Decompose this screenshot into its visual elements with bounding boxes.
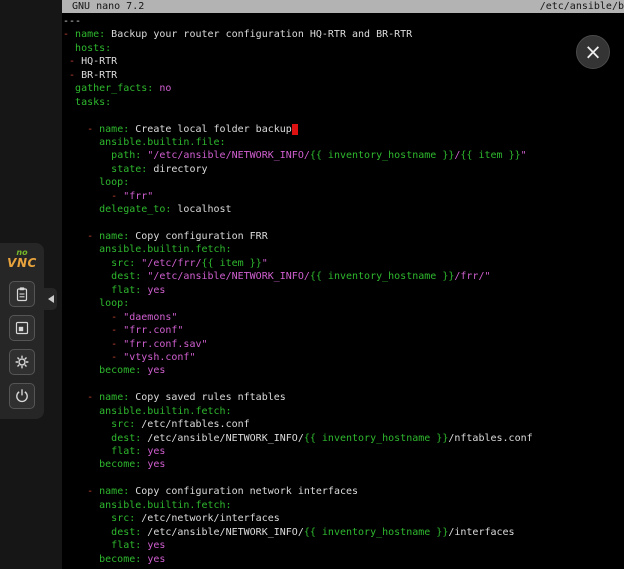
editor-line: ansible.builtin.fetch: [63, 243, 624, 256]
editor-line: loop: [63, 176, 624, 189]
editor-line: flat: yes [63, 445, 624, 458]
editor-line: ansible.builtin.fetch: [63, 405, 624, 418]
editor-line: tasks: [63, 96, 624, 109]
left-strip: no VNC [0, 0, 62, 569]
editor-line: src: /etc/nftables.conf [63, 418, 624, 431]
editor-line: flat: yes [63, 284, 624, 297]
editor-line: path: "/etc/ansible/NETWORK_INFO/{{ inve… [63, 149, 624, 162]
editor-line: dest: "/etc/ansible/NETWORK_INFO/{{ inve… [63, 270, 624, 283]
clipboard-button[interactable] [9, 281, 35, 307]
editor-line: - "vtysh.conf" [63, 351, 624, 364]
clipboard-icon [14, 286, 30, 302]
nano-version-label: GNU nano 7.2 [72, 0, 144, 13]
editor-line: state: directory [63, 163, 624, 176]
vnc-control-panel: no VNC [0, 243, 44, 419]
editor-line: - "frr.conf.sav" [63, 338, 624, 351]
editor-line: - name: Copy saved rules nftables [63, 391, 624, 404]
vnc-logo-text: VNC [7, 257, 37, 269]
editor-line: flat: yes [63, 539, 624, 552]
editor-line: - HQ-RTR [63, 55, 624, 68]
power-button[interactable] [9, 383, 35, 409]
close-icon: × [584, 42, 602, 63]
vnc-logo: no VNC [7, 249, 37, 269]
editor-line: - "daemons" [63, 311, 624, 324]
editor-line: ansible.builtin.fetch: [63, 499, 624, 512]
editor-line: become: yes [63, 553, 624, 566]
editor-line: hosts: [63, 42, 624, 55]
nano-titlebar: GNU nano 7.2 /etc/ansible/b [62, 0, 624, 13]
editor-line [63, 217, 624, 230]
panel-collapse-handle[interactable] [44, 288, 57, 310]
editor-line: - BR-RTR [63, 69, 624, 82]
editor-line: src: /etc/network/interfaces [63, 512, 624, 525]
settings-button[interactable] [9, 349, 35, 375]
editor-line: - name: Copy configuration network inter… [63, 485, 624, 498]
editor-line: - "frr" [63, 190, 624, 203]
editor-line: loop: [63, 297, 624, 310]
editor-line: delegate_to: localhost [63, 203, 624, 216]
editor-line: become: yes [63, 458, 624, 471]
editor-line [63, 472, 624, 485]
editor-line: become: yes [63, 364, 624, 377]
file-path-label: /etc/ansible/b [540, 0, 624, 13]
fullscreen-icon [14, 320, 30, 336]
desktop: no VNC [0, 0, 624, 569]
editor-line: ansible.builtin.file: [63, 136, 624, 149]
editor-line: --- [63, 15, 624, 28]
editor-line: - name: Create local folder backup [63, 123, 624, 136]
editor-line: - name: Copy configuration FRR [63, 230, 624, 243]
editor-line: dest: /etc/ansible/NETWORK_INFO/{{ inven… [63, 432, 624, 445]
editor-line [63, 109, 624, 122]
text-cursor [292, 124, 298, 135]
chevron-left-icon [44, 295, 54, 303]
editor-line: - name: Backup your router configuration… [63, 28, 624, 41]
editor-line: src: "/etc/frr/{{ item }}" [63, 257, 624, 270]
power-icon [14, 388, 30, 404]
terminal-window: GNU nano 7.2 /etc/ansible/b ---- name: B… [62, 0, 624, 569]
editor-line: - "frr.conf" [63, 324, 624, 337]
editor-line [63, 378, 624, 391]
editor-text[interactable]: ---- name: Backup your router configurat… [62, 13, 624, 566]
editor-line: dest: /etc/ansible/NETWORK_INFO/{{ inven… [63, 526, 624, 539]
fullscreen-button[interactable] [9, 315, 35, 341]
editor-line: gather_facts: no [63, 82, 624, 95]
gear-icon [14, 354, 30, 370]
close-button[interactable]: × [576, 35, 610, 69]
